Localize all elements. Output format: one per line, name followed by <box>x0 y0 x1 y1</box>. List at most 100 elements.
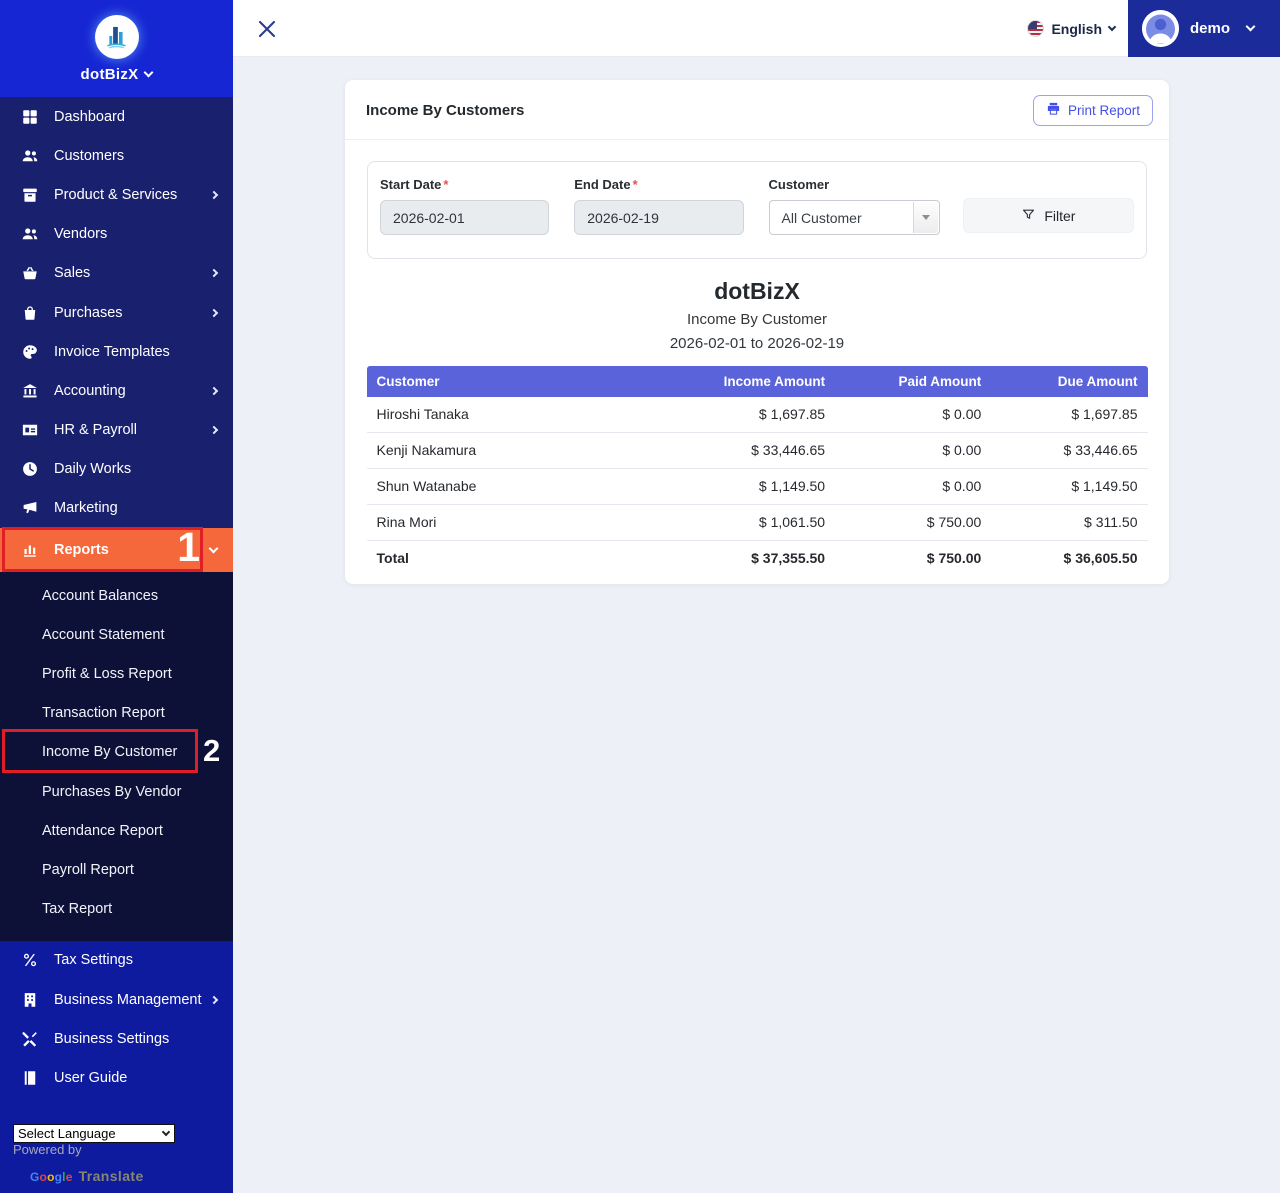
sidebar-item-invoice-templates[interactable]: Invoice Templates <box>0 332 233 371</box>
users-icon <box>20 146 39 165</box>
close-icon[interactable] <box>257 19 277 39</box>
sidebar-item-tax-settings[interactable]: Tax Settings <box>0 941 233 980</box>
print-report-button[interactable]: Print Report <box>1032 95 1153 126</box>
required-asterisk: * <box>632 177 638 192</box>
table-row: Kenji Nakamura $ 33,446.65 $ 0.00 $ 33,446.… <box>366 432 1148 469</box>
main-content: Income By Customers Print Report Start D… <box>233 57 1280 1193</box>
sidebar-item-business-settings[interactable]: Business Settings <box>0 1019 233 1058</box>
income-by-customer-table: Customer Income Amount Paid Amount Due Amou… <box>366 366 1148 576</box>
user-name: demo <box>1190 20 1231 37</box>
sidebar-bottom-menu: Tax Settings Business Management Business … <box>0 941 233 1098</box>
table-column-header: Customer <box>366 366 664 397</box>
required-asterisk: * <box>443 177 449 192</box>
submenu-item-purchases-by-vendor[interactable]: Purchases By Vendor <box>0 772 233 811</box>
report-company-name: dotBizX <box>714 278 800 304</box>
annotation-number-1: 1 <box>177 524 200 570</box>
google-translate-select[interactable]: Select Language <box>13 1124 175 1143</box>
start-date-input[interactable] <box>380 200 550 235</box>
sidebar-header: dotBizX <box>0 0 233 97</box>
book-icon <box>20 1068 39 1087</box>
table-row: Shun Watanabe $ 1,149.50 $ 0.00 $ 1,149.50 <box>366 468 1148 505</box>
annotation-number-2: 2 <box>203 733 221 768</box>
submenu-item-account-statement[interactable]: Account Statement <box>0 615 233 654</box>
payroll-icon <box>20 421 39 440</box>
chevron-down-icon <box>1245 21 1256 32</box>
topbar: English demo <box>233 0 1280 57</box>
table-column-header: Due Amount <box>991 366 1148 397</box>
sidebar-item-customers[interactable]: Customers <box>0 136 233 175</box>
chevron-down-icon <box>921 215 930 220</box>
table-column-header: Paid Amount <box>835 366 992 397</box>
sidebar-item-purchases[interactable]: Purchases <box>0 293 233 332</box>
google-translate-brand[interactable]: Google Translate <box>30 1168 144 1184</box>
sidebar-item-hr-and-payroll[interactable]: HR & Payroll <box>0 411 233 450</box>
sidebar: dotBizX Dashboard Customers Product & Serv… <box>0 0 233 1193</box>
tools-icon <box>20 1029 39 1048</box>
submenu-item-tax-report[interactable]: Tax Report <box>0 890 233 929</box>
chevron-right-icon <box>209 269 219 278</box>
annotation-box-2 <box>2 729 198 773</box>
sidebar-item-dashboard[interactable]: Dashboard <box>0 97 233 136</box>
customer-select[interactable]: All Customer <box>768 200 940 235</box>
brand-name[interactable]: dotBizX <box>81 66 154 83</box>
shopping-bag-icon <box>20 303 39 322</box>
brand-logo-icon[interactable] <box>94 14 139 59</box>
start-date-field: Start Date * <box>380 177 550 235</box>
sidebar-item-vendors[interactable]: Vendors <box>0 215 233 254</box>
sidebar-item-product-and-services[interactable]: Product & Services <box>0 175 233 214</box>
chevron-right-icon <box>209 308 219 317</box>
chevron-down-icon <box>1107 22 1117 31</box>
box-icon <box>20 185 39 204</box>
translate-label: Translate <box>78 1168 144 1184</box>
end-date-input[interactable] <box>574 200 744 235</box>
google-logo: Google <box>30 1170 73 1184</box>
table-header-row: Customer Income Amount Paid Amount Due Amou… <box>366 366 1148 397</box>
bank-icon <box>20 381 39 400</box>
report-card: Income By Customers Print Report Start D… <box>345 80 1169 584</box>
chevron-down-icon <box>161 1127 171 1137</box>
end-date-field: End Date * <box>574 177 744 235</box>
users-icon <box>20 225 39 244</box>
chevron-down-icon <box>208 543 219 554</box>
avatar <box>1142 10 1179 47</box>
customer-field: Customer All Customer <box>768 177 940 235</box>
submenu-item-account-balances[interactable]: Account Balances <box>0 576 233 615</box>
table-row: Rina Mori $ 1,061.50 $ 750.00 $ 311.50 <box>366 504 1148 541</box>
submenu-item-transaction-report[interactable]: Transaction Report <box>0 694 233 733</box>
language-selector[interactable]: English <box>1027 0 1117 57</box>
chevron-right-icon <box>209 386 219 396</box>
funnel-icon <box>1021 207 1036 225</box>
report-title: Income By Customer <box>686 311 828 328</box>
sidebar-item-business-management[interactable]: Business Management <box>0 980 233 1019</box>
submenu-item-payroll-report[interactable]: Payroll Report <box>0 850 233 889</box>
percent-icon <box>20 951 39 970</box>
report-heading: dotBizX Income By Customer 2026-02-01 to… <box>345 278 1169 352</box>
page-title: Income By Customers <box>366 102 525 119</box>
sidebar-item-user-guide[interactable]: User Guide <box>0 1058 233 1097</box>
grid-icon <box>20 107 39 126</box>
submenu-item-profit-and-loss-report[interactable]: Profit & Loss Report <box>0 654 233 693</box>
table-total-row: Total $ 37,355.50 $ 750.00 $ 36,605.50 <box>376 550 1138 566</box>
filter-button[interactable]: Filter <box>962 198 1134 233</box>
divider <box>345 139 1169 140</box>
sidebar-item-daily-works[interactable]: Daily Works <box>0 450 233 489</box>
user-menu[interactable]: demo <box>1128 0 1280 57</box>
chevron-down-icon <box>144 67 154 77</box>
sidebar-item-sales[interactable]: Sales <box>0 254 233 293</box>
report-date-range: 2026-02-01 to 2026-02-19 <box>669 335 845 352</box>
palette-icon <box>20 342 39 361</box>
basket-icon <box>20 264 39 283</box>
sidebar-item-marketing[interactable]: Marketing <box>0 489 233 528</box>
megaphone-icon <box>20 499 39 518</box>
chevron-right-icon <box>209 190 219 200</box>
select-caret-zone <box>912 202 938 233</box>
submenu-item-attendance-report[interactable]: Attendance Report <box>0 811 233 850</box>
table-row: Hiroshi Tanaka $ 1,697.85 $ 0.00 $ 1,697.85 <box>366 397 1148 433</box>
chevron-right-icon <box>209 995 219 1004</box>
powered-by-label: Powered by <box>13 1142 82 1157</box>
sidebar-item-accounting[interactable]: Accounting <box>0 371 233 410</box>
building-icon <box>20 990 39 1009</box>
table-column-header: Income Amount <box>663 366 836 397</box>
clock-icon <box>20 460 39 479</box>
filter-panel: Start Date* End Date* Customer All Custo… <box>367 161 1147 259</box>
